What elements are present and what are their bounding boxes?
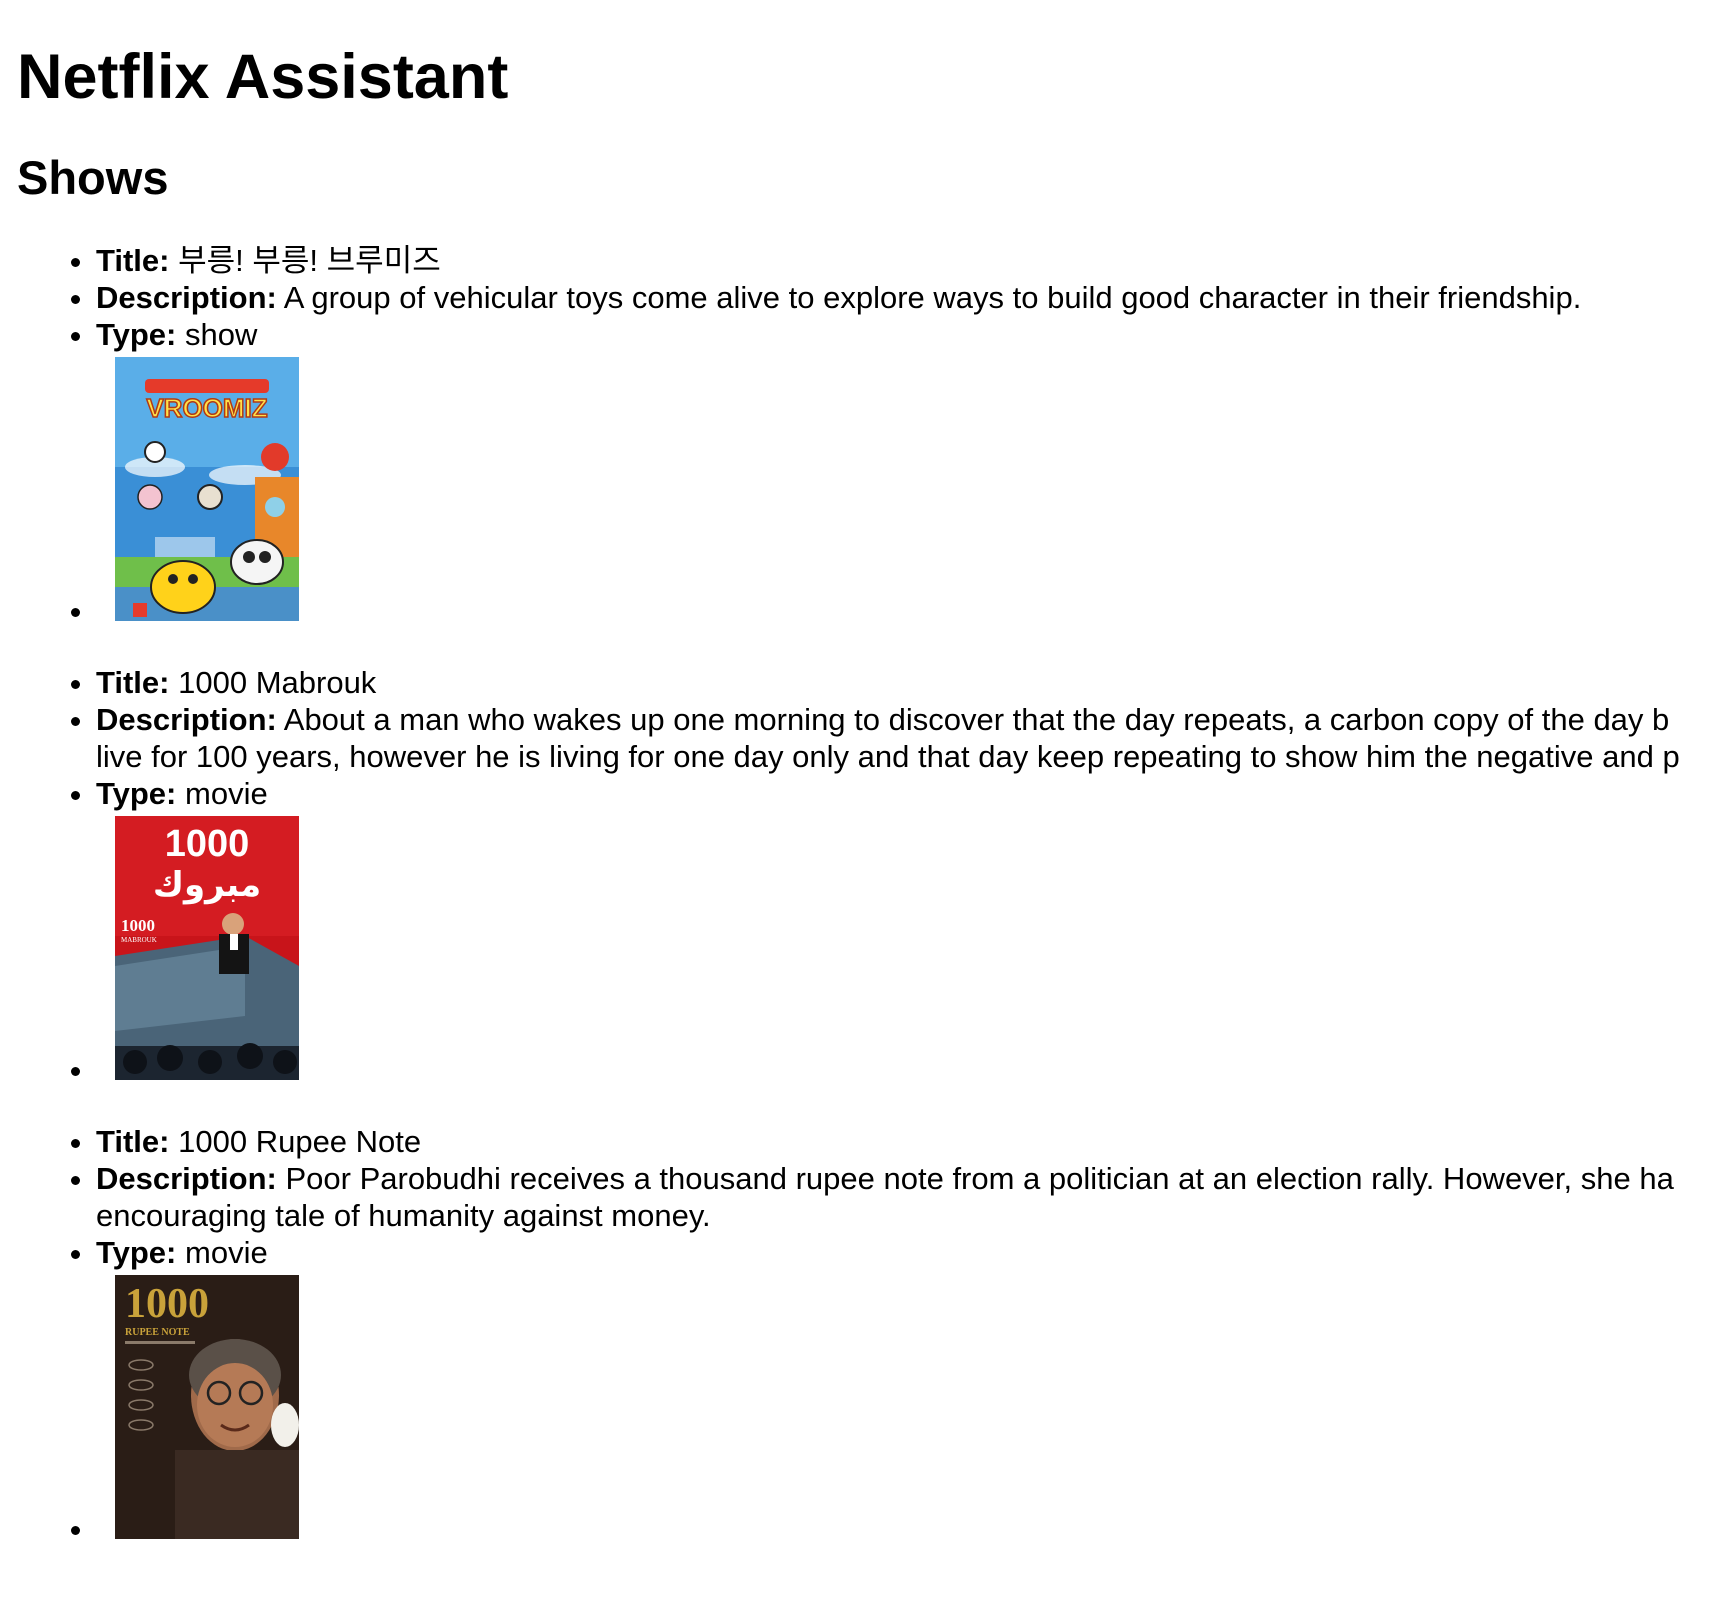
show-title-item: Title: 부릉! 부릉! 브루미즈 [96, 242, 1720, 279]
show-description: Poor Parobudhi receives a thousand rupee… [285, 1161, 1674, 1196]
poster-number-text: 1000 [125, 1281, 209, 1327]
shows-list: Title: 부릉! 부릉! 브루미즈 Description: A group… [17, 242, 1720, 1539]
page: Netflix Assistant Shows Title: 부릉! 부릉! 브… [0, 40, 1720, 1539]
title-label: Title: [96, 665, 170, 700]
show-description-item: Description: A group of vehicular toys c… [96, 279, 1720, 316]
show-title-item: Title: 1000 Mabrouk [96, 664, 1720, 701]
show-description-line2: encouraging tale of humanity against mon… [96, 1198, 711, 1233]
poster-arabic-text: مبروك [153, 865, 261, 905]
show-title: 1000 Rupee Note [178, 1124, 422, 1159]
title-label: Title: [96, 243, 170, 278]
type-label: Type: [96, 776, 177, 811]
poster-number-text: 1000 [165, 823, 250, 865]
description-label: Description: [96, 1161, 277, 1196]
spacer [96, 1086, 1720, 1123]
show-description: About a man who wakes up one morning to … [283, 702, 1670, 737]
show-poster-item: 1000 RUPEE NOTE [96, 1275, 1720, 1539]
show-title: 부릉! 부릉! 브루미즈 [178, 243, 441, 278]
show-poster-image: VROOMIZ [115, 357, 299, 621]
section-heading: Shows [17, 151, 169, 204]
description-label: Description: [96, 280, 277, 315]
type-label: Type: [96, 317, 177, 352]
show-type-item: Type: movie [96, 1234, 1720, 1271]
show-description-item: Description: Poor Parobudhi receives a t… [96, 1160, 1720, 1234]
title-label: Title: [96, 1124, 170, 1159]
show-title: 1000 Mabrouk [178, 665, 377, 700]
mabrouk-poster-art: 1000 مبروك 1000 MABROUK [115, 816, 299, 1080]
show-type-item: Type: movie [96, 775, 1720, 812]
show-description: A group of vehicular toys come alive to … [283, 280, 1582, 315]
poster-small-title: MABROUK [121, 936, 157, 944]
show-type: show [185, 317, 258, 352]
show-title-item: Title: 1000 Rupee Note [96, 1123, 1720, 1160]
show-poster-item: 1000 مبروك 1000 MABROUK [96, 816, 1720, 1080]
poster-title-text: VROOMIZ [146, 393, 267, 423]
show-poster-image: 1000 RUPEE NOTE [115, 1275, 299, 1539]
show-poster-image: 1000 مبروك 1000 MABROUK [115, 816, 299, 1080]
page-title: Netflix Assistant [17, 42, 509, 112]
show-type-item: Type: show [96, 316, 1720, 353]
rupee-note-poster-art: 1000 RUPEE NOTE [115, 1275, 299, 1539]
show-type: movie [185, 776, 268, 811]
show-description-item: Description: About a man who wakes up on… [96, 701, 1720, 775]
show-description-line2: live for 100 years, however he is living… [96, 739, 1680, 774]
type-label: Type: [96, 1235, 177, 1270]
show-poster-item: VROOMIZ [96, 357, 1720, 621]
spacer [96, 627, 1720, 664]
vroomiz-poster-art: VROOMIZ [115, 357, 299, 621]
poster-small-number: 1000 [121, 916, 155, 935]
poster-subtitle-text: RUPEE NOTE [125, 1327, 190, 1338]
description-label: Description: [96, 702, 277, 737]
show-type: movie [185, 1235, 268, 1270]
